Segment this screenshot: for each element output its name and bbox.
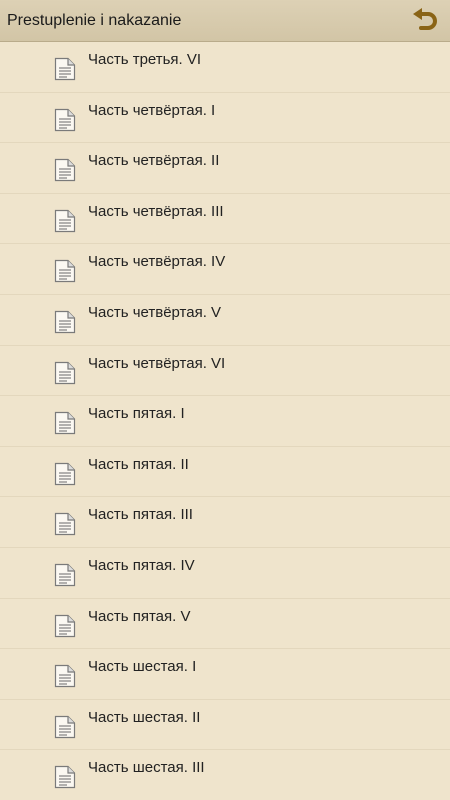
document-icon [54,665,76,688]
document-icon [54,563,76,587]
list-item-label: Часть пятая. I [88,405,185,423]
list-item-label: Часть пятая. III [88,506,193,524]
list-item[interactable]: Часть четвёртая. V [0,295,450,346]
list-item-label: Часть четвёртая. IV [88,253,226,271]
list-item[interactable]: Часть четвёртая. IV [0,244,450,295]
list-item-label: Часть пятая. II [88,455,189,473]
list-item-label: Часть четвёртая. V [88,303,222,321]
list-item[interactable]: Часть четвёртая. I [0,93,450,144]
document-icon [54,513,76,536]
list-item-label: Часть четвёртая. VI [88,354,226,372]
list-item-label: Часть четвёртая. III [88,202,224,220]
app-window: Prestuplenie i nakazanie Часть третья. V… [0,0,450,800]
document-icon [54,361,76,384]
list-item[interactable]: Часть пятая. II [0,447,450,498]
list-item[interactable]: Часть четвёртая. VI [0,346,450,397]
list-item[interactable]: Часть пятая. III [0,497,450,548]
document-icon [54,412,76,435]
undo-arrow-icon [413,7,437,30]
document-icon [54,310,76,334]
list-item-label: Часть четвёртая. I [88,101,216,119]
list-item-label: Часть шестая. I [88,658,197,676]
list-item[interactable]: Часть шестая. III [0,750,450,800]
document-icon [54,462,76,485]
chapter-list: Часть третья. VI Часть четвёртая. I Част… [0,42,450,800]
list-item[interactable]: Часть пятая. I [0,396,450,447]
document-icon [54,766,76,789]
document-icon [54,715,76,738]
list-item-label: Часть пятая. V [88,607,191,625]
document-icon [54,209,76,232]
document-icon [54,614,76,637]
document-icon [54,108,76,131]
page-title: Prestuplenie i nakazanie [7,11,182,29]
list-item[interactable]: Часть третья. VI [0,42,450,93]
list-item[interactable]: Часть шестая. II [0,700,450,751]
list-item[interactable]: Часть пятая. IV [0,548,450,599]
list-item[interactable]: Часть пятая. V [0,599,450,650]
action-bar: Prestuplenie i nakazanie [0,0,450,42]
list-item[interactable]: Часть четвёртая. III [0,194,450,245]
list-item-label: Часть шестая. II [88,708,201,726]
list-item-label: Часть четвёртая. II [88,152,220,170]
back-button[interactable] [408,4,442,38]
list-item[interactable]: Часть четвёртая. II [0,143,450,194]
list-item-label: Часть шестая. III [88,759,205,777]
document-icon [54,159,76,182]
list-item-label: Часть пятая. IV [88,556,195,574]
list-item-label: Часть третья. VI [88,51,202,68]
list-item[interactable]: Часть шестая. I [0,649,450,700]
document-icon [54,57,76,81]
document-icon [54,260,76,283]
